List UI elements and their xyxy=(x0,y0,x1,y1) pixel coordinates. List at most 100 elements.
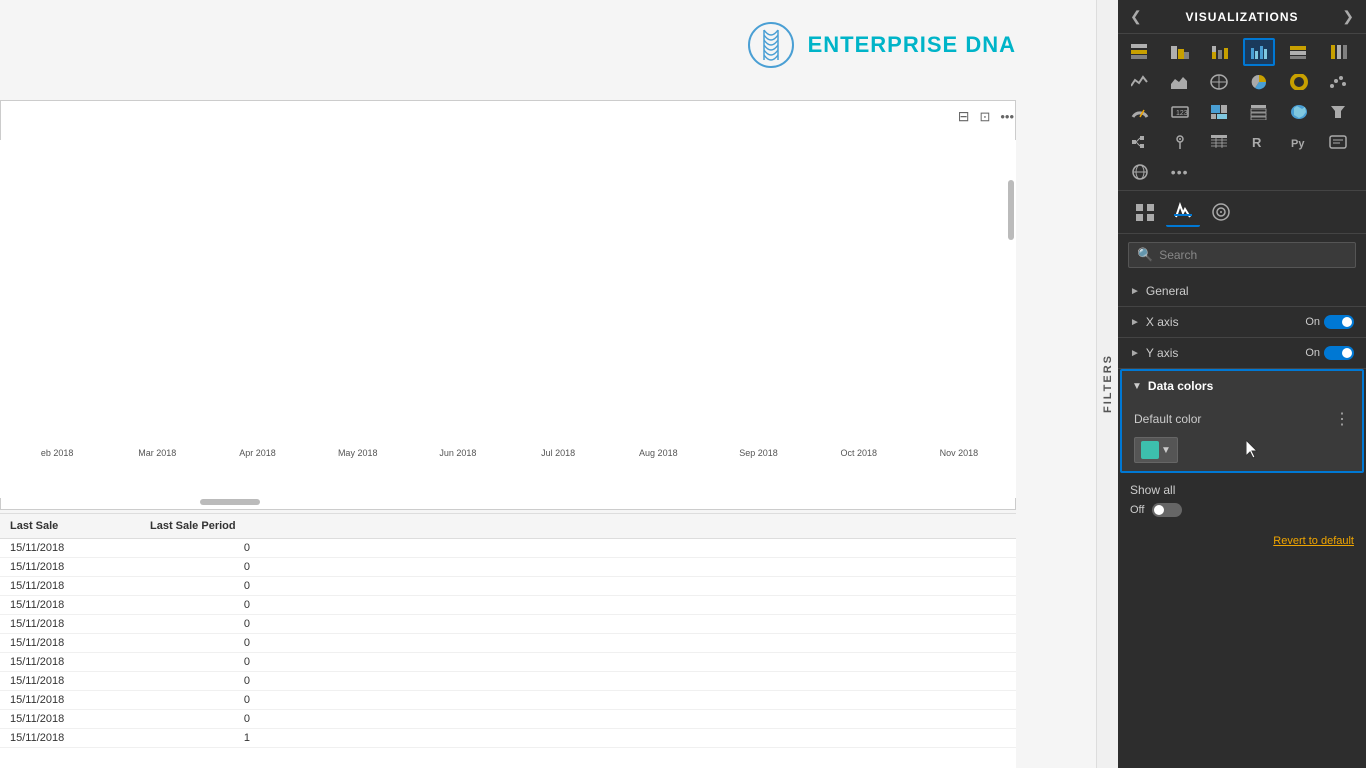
scrollbar-vertical[interactable] xyxy=(1008,180,1014,240)
x-axis-section-header[interactable]: ► X axis On xyxy=(1118,307,1366,337)
cursor-icon xyxy=(1246,440,1260,460)
table-row: 15/11/2018 0 xyxy=(0,539,1016,558)
viz-clustered-col[interactable] xyxy=(1243,38,1275,66)
viz-100-stacked-bar[interactable] xyxy=(1283,38,1315,66)
table-row: 15/11/2018 0 xyxy=(0,710,1016,729)
viz-stacked-col[interactable] xyxy=(1203,38,1235,66)
default-color-label: Default color xyxy=(1134,412,1201,426)
viz-donut[interactable] xyxy=(1283,68,1315,96)
y-axis-section-header[interactable]: ► Y axis On xyxy=(1118,338,1366,368)
table-row: 15/11/2018 0 xyxy=(0,577,1016,596)
x-axis-title: X axis xyxy=(1146,315,1299,329)
logo-area: ENTERPRISE DNA xyxy=(746,20,1016,70)
general-section: ► General xyxy=(1118,276,1366,307)
show-all-toggle-switch[interactable] xyxy=(1152,503,1182,517)
more-icon[interactable]: ••• xyxy=(1000,109,1014,124)
viz-smart-narrative[interactable] xyxy=(1322,128,1354,156)
table-row: 15/11/2018 0 xyxy=(0,653,1016,672)
viz-funnel[interactable] xyxy=(1322,98,1354,126)
table-row: 15/11/2018 0 xyxy=(0,558,1016,577)
bar-feb: eb 2018 xyxy=(10,444,104,458)
bar-may: May 2018 xyxy=(311,444,405,458)
fields-icon[interactable] xyxy=(1128,197,1162,227)
show-all-toggle-row: Off xyxy=(1130,503,1354,517)
viz-card[interactable]: 123 xyxy=(1164,98,1196,126)
revert-to-default-link[interactable]: Revert to default xyxy=(1118,527,1366,555)
y-axis-chevron-icon: ► xyxy=(1130,348,1140,359)
viz-panel-title: VISUALIZATIONS xyxy=(1185,10,1298,24)
data-colors-header[interactable]: ▼ Data colors xyxy=(1122,371,1362,401)
viz-stacked-bar[interactable] xyxy=(1124,38,1156,66)
color-controls: ▼ xyxy=(1134,437,1350,463)
general-chevron-icon: ► xyxy=(1130,286,1140,297)
color-dropdown-chevron-icon: ▼ xyxy=(1161,445,1171,456)
search-input[interactable] xyxy=(1159,248,1347,262)
viz-scatter[interactable] xyxy=(1322,68,1354,96)
x-axis-toggle: On xyxy=(1305,315,1354,329)
logo-text: ENTERPRISE DNA xyxy=(808,32,1016,58)
format-icon[interactable] xyxy=(1166,197,1200,227)
viz-key-influencers[interactable] xyxy=(1164,128,1196,156)
viz-more[interactable]: ••• xyxy=(1164,158,1196,186)
viz-clustered-bar[interactable] xyxy=(1164,38,1196,66)
logo-dna-icon xyxy=(746,20,796,70)
analytics-icon[interactable] xyxy=(1204,197,1238,227)
bar-aug: Aug 2018 xyxy=(611,444,705,458)
x-axis-toggle-switch[interactable] xyxy=(1324,315,1354,329)
x-axis-chevron-icon: ► xyxy=(1130,317,1140,328)
collapse-left-icon[interactable]: ❮ xyxy=(1130,8,1142,25)
data-colors-body: Default color ⋮ ▼ xyxy=(1122,401,1362,471)
table-row: 15/11/2018 0 xyxy=(0,615,1016,634)
table-row: 15/11/2018 0 xyxy=(0,672,1016,691)
search-icon: 🔍 xyxy=(1137,247,1153,263)
viz-treemap[interactable] xyxy=(1203,98,1235,126)
viz-100-stacked-col[interactable] xyxy=(1322,38,1354,66)
show-all-section: Show all Off xyxy=(1118,473,1366,527)
viz-python-visual[interactable]: Py xyxy=(1283,128,1315,156)
show-all-toggle-label: Off xyxy=(1130,504,1144,516)
y-axis-title: Y axis xyxy=(1146,346,1299,360)
bar-apr: Apr 2018 xyxy=(210,444,304,458)
viz-area[interactable] xyxy=(1164,68,1196,96)
x-axis-section: ► X axis On xyxy=(1118,307,1366,338)
viz-sub-panel-icons xyxy=(1118,191,1366,234)
color-swatch xyxy=(1141,441,1159,459)
data-colors-title: Data colors xyxy=(1148,379,1352,393)
data-table: Last Sale Last Sale Period 15/11/2018 0 … xyxy=(0,513,1016,768)
viz-decomp-tree[interactable] xyxy=(1124,128,1156,156)
chart-toolbar: ⊟ ⊡ ••• xyxy=(958,108,1014,125)
bar-jul: Jul 2018 xyxy=(511,444,605,458)
table-body[interactable]: 15/11/2018 0 15/11/2018 0 15/11/2018 0 1… xyxy=(0,539,1016,765)
viz-filled-map[interactable] xyxy=(1283,98,1315,126)
bar-sep: Sep 2018 xyxy=(711,444,805,458)
table-header: Last Sale Last Sale Period xyxy=(0,514,1016,539)
bar-nov: Nov 2018 xyxy=(912,444,1006,458)
table-row: 15/11/2018 0 xyxy=(0,691,1016,710)
filters-panel[interactable]: FILTERS xyxy=(1096,0,1118,768)
table-row: 15/11/2018 1 xyxy=(0,729,1016,748)
x-axis-toggle-label: On xyxy=(1305,316,1320,328)
viz-map[interactable] xyxy=(1203,68,1235,96)
scrollbar-horizontal[interactable] xyxy=(200,499,260,505)
color-picker-button[interactable]: ▼ xyxy=(1134,437,1178,463)
general-section-header[interactable]: ► General xyxy=(1118,276,1366,306)
filter-icon[interactable]: ⊟ xyxy=(958,108,970,125)
bar-chart: eb 2018 Mar 2018 Apr 2018 May 2018 Jun 2… xyxy=(0,140,1016,498)
svg-text:R: R xyxy=(1252,135,1262,150)
viz-line[interactable] xyxy=(1124,68,1156,96)
search-box[interactable]: 🔍 xyxy=(1128,242,1356,268)
y-axis-toggle-switch[interactable] xyxy=(1324,346,1354,360)
expand-icon[interactable]: ⊡ xyxy=(979,109,990,125)
more-options-button[interactable]: ⋮ xyxy=(1334,409,1350,429)
viz-r-visual[interactable]: R xyxy=(1243,128,1275,156)
filters-label: FILTERS xyxy=(1102,354,1114,413)
viz-table[interactable] xyxy=(1203,128,1235,156)
general-section-title: General xyxy=(1146,284,1354,298)
expand-right-icon[interactable]: ❯ xyxy=(1342,8,1354,25)
viz-gauge[interactable] xyxy=(1124,98,1156,126)
viz-matrix[interactable] xyxy=(1243,98,1275,126)
default-color-row: Default color ⋮ xyxy=(1134,409,1350,429)
y-axis-section: ► Y axis On xyxy=(1118,338,1366,369)
viz-pie[interactable] xyxy=(1243,68,1275,96)
viz-globe[interactable] xyxy=(1124,158,1156,186)
